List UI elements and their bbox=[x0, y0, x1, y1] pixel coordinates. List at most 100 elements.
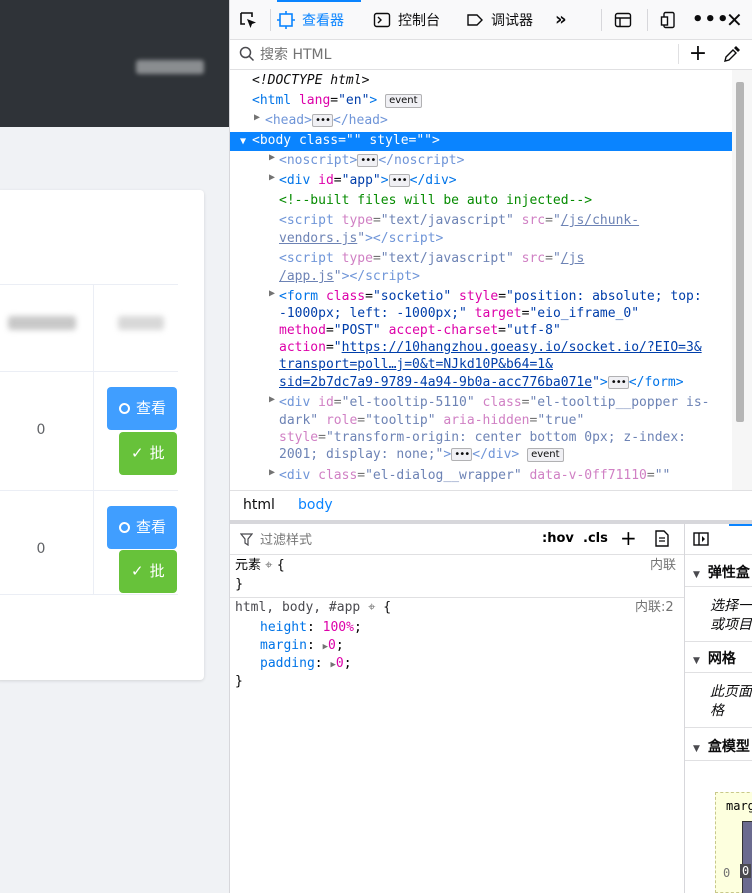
dialog-div-node[interactable]: <div class="el-dialog__wrapper" data-v-0… bbox=[279, 467, 732, 485]
html-node[interactable]: <html lang="en"> event bbox=[252, 92, 732, 110]
flexbox-section-header[interactable]: ▼ 弹性盒 bbox=[685, 562, 752, 582]
grid-section-header[interactable]: ▼ 网格 bbox=[685, 648, 752, 668]
section-divider bbox=[685, 641, 752, 642]
active-tab-indicator bbox=[729, 524, 752, 526]
hover-state-button[interactable]: :hov bbox=[542, 531, 574, 546]
rule-declaration[interactable]: height: 100%; bbox=[260, 619, 362, 637]
view-button[interactable]: 查看 bbox=[107, 506, 177, 549]
box-model-border-value[interactable]: 0 bbox=[740, 864, 752, 878]
add-rule-button[interactable]: + bbox=[620, 526, 637, 550]
noscript-node[interactable]: <noscript> ••• </noscript> bbox=[279, 152, 732, 170]
doctype-node[interactable]: <!DOCTYPE html> bbox=[252, 72, 732, 90]
table-cell-count: 0 bbox=[36, 422, 46, 438]
rule-close-brace: } bbox=[235, 674, 243, 689]
responsive-design-button[interactable] bbox=[660, 0, 682, 39]
element-picker-button[interactable] bbox=[238, 0, 264, 39]
html-search-input[interactable] bbox=[258, 44, 682, 66]
form-node-cont: action="https://10hangzhou.goeasy.io/soc… bbox=[279, 340, 702, 355]
collapsed-ellipsis-icon[interactable]: ••• bbox=[607, 376, 629, 389]
split-console-button[interactable] bbox=[614, 0, 638, 39]
collapsed-ellipsis-icon[interactable]: ••• bbox=[357, 154, 379, 167]
flexbox-description: 选择一 bbox=[710, 598, 752, 614]
toolbar-separator bbox=[270, 9, 271, 31]
approve-button[interactable]: ✓ 批 bbox=[119, 550, 177, 593]
view-button-label: 查看 bbox=[136, 399, 167, 417]
expand-triangle-icon[interactable]: ▶ bbox=[267, 467, 277, 478]
form-action-link[interactable]: sid=2b7dc7a9-9789-4a94-9b0a-acc776ba071e bbox=[279, 375, 592, 390]
toolbar-separator bbox=[647, 9, 648, 31]
blurred-column-header bbox=[118, 316, 164, 330]
section-divider bbox=[685, 586, 752, 587]
script-src-link[interactable]: /js/chunk- bbox=[561, 213, 639, 228]
rule-declaration[interactable]: padding: ▶0; bbox=[260, 655, 352, 674]
script-src-link[interactable]: /js bbox=[561, 251, 584, 266]
rule-selector[interactable]: html, body, #app ⌖ { bbox=[235, 599, 391, 617]
box-model-border[interactable] bbox=[742, 821, 752, 893]
script-app-node[interactable]: <script type="text/javascript" src="/js bbox=[279, 250, 732, 268]
collapsed-ellipsis-icon[interactable]: ••• bbox=[451, 448, 473, 461]
class-toggle-button[interactable]: .cls bbox=[583, 531, 608, 546]
target-icon[interactable]: ⌖ bbox=[368, 600, 375, 615]
tab-debugger[interactable]: 调试器 bbox=[466, 0, 548, 39]
form-action-link[interactable]: transport=poll…j=0&t=NJkd10P&b64=1& bbox=[279, 357, 553, 372]
responsive-design-icon bbox=[660, 11, 675, 28]
layout-tab-icon[interactable] bbox=[693, 532, 709, 546]
more-tabs-button[interactable]: » bbox=[555, 0, 579, 39]
script-src-link[interactable]: vendors.js bbox=[279, 231, 357, 246]
element-rule-header: 元素 ⌖ { bbox=[235, 558, 285, 573]
devtools-panel: 查看器 控制台 调试器 » ••• ✕ + bbox=[229, 0, 752, 893]
head-node[interactable]: <head> ••• </head> bbox=[265, 112, 732, 130]
rule-source-link[interactable]: 内联:2 bbox=[635, 599, 674, 617]
web-page: 0 查看 ✓ 批 0 查看 ✓ 批 bbox=[0, 0, 229, 893]
collapsed-ellipsis-icon[interactable]: ••• bbox=[388, 174, 410, 187]
event-badge[interactable]: event bbox=[527, 448, 564, 462]
tooltip-div-node-cont: style="transform-origin: center bottom 0… bbox=[279, 430, 686, 445]
box-model-section-header[interactable]: ▼ 盒模型 bbox=[685, 736, 752, 756]
event-badge[interactable]: event bbox=[385, 94, 422, 108]
eyedropper-icon[interactable] bbox=[723, 45, 741, 63]
body-node-selected[interactable]: ▼ <body class="" style=""> bbox=[230, 132, 732, 151]
form-node-cont: method="POST" accept-charset="utf-8" bbox=[279, 323, 561, 338]
expand-triangle-icon[interactable]: ▶ bbox=[267, 152, 277, 163]
plus-icon: + bbox=[620, 526, 637, 550]
rule-close-brace: } bbox=[235, 577, 244, 592]
tab-console[interactable]: 控制台 bbox=[373, 0, 455, 39]
expand-triangle-icon[interactable]: ▶ bbox=[267, 394, 277, 405]
tab-inspector[interactable]: 查看器 bbox=[277, 0, 361, 39]
breadcrumb-item-html[interactable]: html bbox=[243, 497, 275, 513]
close-devtools-button[interactable]: ✕ bbox=[726, 0, 746, 39]
markup-scrollbar-thumb[interactable] bbox=[736, 82, 744, 422]
expand-triangle-icon[interactable]: ▶ bbox=[252, 112, 262, 123]
rule-divider bbox=[230, 597, 684, 598]
tooltip-div-node-cont: dark" role="tooltip" aria-hidden="true" bbox=[279, 413, 585, 428]
script-vendors-node[interactable]: <script type="text/javascript" src="/js/… bbox=[279, 212, 732, 230]
devtools-toolbar: 查看器 控制台 调试器 » ••• ✕ bbox=[230, 0, 752, 40]
approve-button[interactable]: ✓ 批 bbox=[119, 432, 177, 475]
expand-triangle-icon[interactable]: ▶ bbox=[267, 288, 277, 299]
view-button[interactable]: 查看 bbox=[107, 387, 177, 430]
collapsed-ellipsis-icon[interactable]: ••• bbox=[311, 114, 334, 127]
comment-node[interactable]: <!--built files will be auto injected--> bbox=[279, 192, 732, 210]
table-card: 0 查看 ✓ 批 0 查看 ✓ 批 bbox=[0, 190, 204, 680]
script-src-link[interactable]: /app.js bbox=[279, 269, 334, 284]
form-node[interactable]: <form class="socketio" style="position: … bbox=[279, 288, 732, 306]
print-media-icon[interactable] bbox=[655, 530, 669, 547]
filter-styles-input[interactable] bbox=[258, 529, 512, 551]
check-icon: ✓ bbox=[131, 444, 144, 462]
form-action-link[interactable]: https://10hangzhou.goeasy.io/socket.io/?… bbox=[342, 340, 702, 355]
collapse-triangle-icon[interactable]: ▼ bbox=[230, 133, 252, 151]
expand-triangle-icon[interactable]: ▶ bbox=[267, 172, 277, 183]
element-picker-icon bbox=[240, 11, 256, 28]
approve-button-label: 批 bbox=[149, 444, 165, 462]
plus-icon: + bbox=[688, 41, 708, 66]
app-div-node[interactable]: <div id="app"> ••• </div> bbox=[279, 172, 732, 190]
rule-declaration[interactable]: margin: ▶0; bbox=[260, 637, 344, 656]
settings-menu-button[interactable]: ••• bbox=[692, 0, 729, 39]
grid-description: 格 bbox=[710, 703, 724, 719]
breadcrumb-item-body[interactable]: body bbox=[298, 497, 333, 513]
section-divider bbox=[685, 760, 752, 761]
target-icon[interactable]: ⌖ bbox=[265, 558, 272, 573]
tooltip-div-node[interactable]: <div id="el-tooltip-5110" class="el-tool… bbox=[279, 394, 732, 412]
box-model-margin-value[interactable]: 0 bbox=[723, 866, 730, 880]
add-node-button[interactable]: + bbox=[688, 42, 708, 66]
